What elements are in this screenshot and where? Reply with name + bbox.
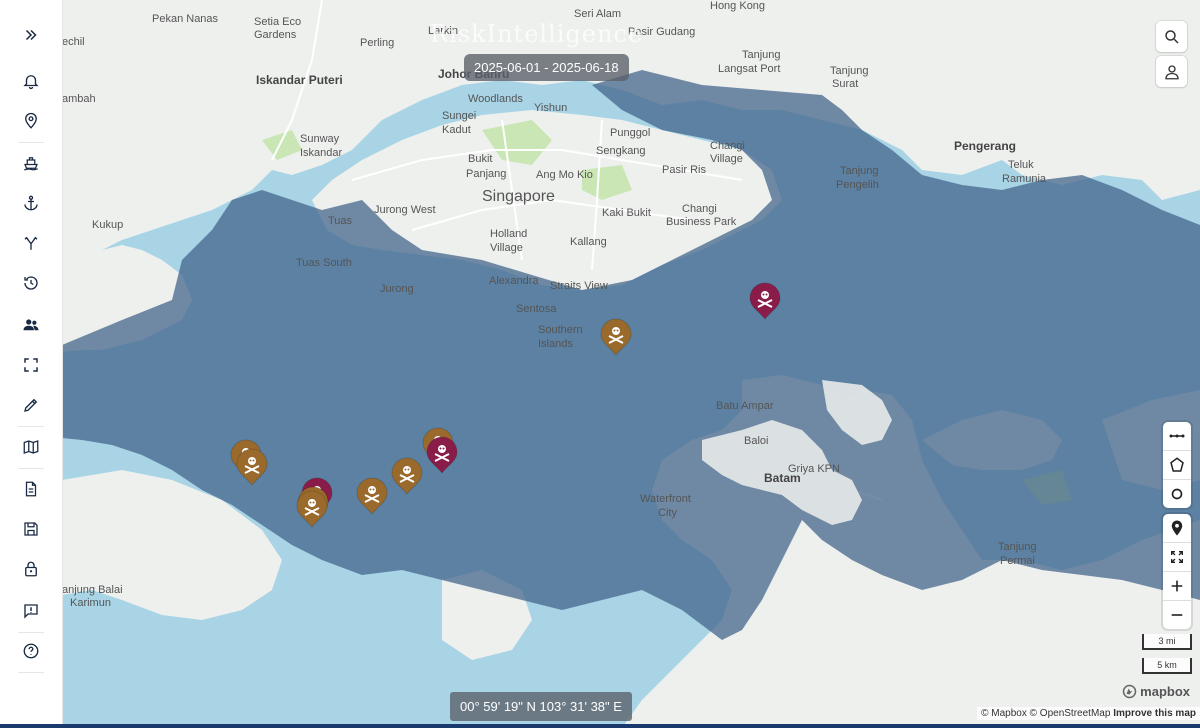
sidebar-item-reports[interactable] [16, 474, 46, 504]
incident-marker[interactable] [391, 457, 423, 495]
users-icon [23, 319, 39, 331]
incident-marker[interactable] [749, 282, 781, 320]
incident-marker[interactable] [356, 477, 388, 515]
navigation-toolbar [1163, 514, 1191, 629]
sidebar-item-help[interactable] [16, 636, 46, 666]
mapbox-logo-text: mapbox [1140, 684, 1190, 699]
sidebar-item-ports[interactable] [16, 188, 46, 218]
locate-button[interactable] [1163, 514, 1191, 543]
cursor-coordinates: 00° 59' 19" N 103° 31' 38" E [450, 692, 632, 721]
user-icon [1164, 64, 1179, 79]
incident-marker[interactable] [426, 436, 458, 474]
circle-button[interactable] [1163, 480, 1191, 508]
sidebar-item-maps[interactable] [16, 432, 46, 462]
map-markers [230, 282, 781, 528]
search-button[interactable] [1156, 21, 1187, 52]
zoom-out-button[interactable] [1163, 601, 1191, 629]
polygon-button[interactable] [1163, 451, 1191, 480]
fit-bounds-button[interactable] [1163, 543, 1191, 572]
attribution-mapbox[interactable]: © Mapbox [981, 708, 1027, 719]
anchor-icon [24, 195, 38, 211]
sidebar-item-history[interactable] [16, 268, 46, 298]
fit-bounds-icon [1171, 551, 1183, 563]
sidebar-item-routes[interactable] [16, 228, 46, 258]
attribution-osm[interactable]: © OpenStreetMap [1030, 708, 1111, 719]
sidebar-item-locations[interactable] [16, 106, 46, 136]
sidebar-item-fullscreen[interactable] [16, 350, 46, 380]
bell-icon [23, 75, 39, 90]
map-pin-icon [25, 112, 37, 129]
polygon-icon [1170, 457, 1184, 472]
incident-marker[interactable] [296, 490, 328, 528]
branch-icon [24, 236, 38, 250]
date-range-badge[interactable]: 2025-06-01 - 2025-06-18 [464, 54, 629, 81]
incident-marker[interactable] [600, 318, 632, 356]
sidebar-item-feedback[interactable] [16, 596, 46, 626]
bottom-accent-bar [0, 724, 1200, 728]
document-icon [25, 481, 37, 497]
zoom-in-icon [1171, 580, 1183, 592]
locate-pin-icon [1171, 520, 1183, 536]
sidebar-item-lock[interactable] [16, 554, 46, 584]
scale-bar-imperial: 3 mi [1142, 634, 1192, 650]
sidebar-item-save[interactable] [16, 514, 46, 544]
help-icon [23, 643, 39, 659]
sidebar [0, 0, 63, 728]
sidebar-expand-button[interactable] [16, 20, 46, 50]
sidebar-item-draw[interactable] [16, 390, 46, 420]
mapbox-logo-icon [1122, 684, 1137, 699]
sidebar-item-users[interactable] [16, 310, 46, 340]
mapbox-logo[interactable]: mapbox [1122, 684, 1190, 699]
attribution-improve-link[interactable]: Improve this map [1113, 708, 1196, 719]
fullscreen-icon [24, 358, 38, 372]
circle-icon [1171, 488, 1183, 500]
measure-line-icon [1169, 434, 1185, 438]
pencil-icon [24, 398, 38, 412]
incident-marker[interactable] [236, 448, 268, 486]
zoom-in-button[interactable] [1163, 572, 1191, 601]
scale-bar-metric: 5 km [1142, 658, 1192, 674]
sidebar-item-vessels[interactable] [16, 148, 46, 178]
search-icon [1164, 29, 1179, 44]
feedback-icon [24, 604, 38, 619]
measure-line-button[interactable] [1163, 422, 1191, 451]
map-icon [23, 440, 39, 454]
save-icon [24, 522, 38, 536]
chevrons-right-icon [25, 29, 37, 41]
map-attribution: © Mapbox © OpenStreetMap Improve this ma… [977, 707, 1200, 720]
sidebar-item-alerts[interactable] [16, 66, 46, 96]
lock-icon [25, 561, 37, 577]
zoom-out-icon [1171, 614, 1183, 616]
brand-watermark: RiskIntelligence [430, 20, 644, 48]
measure-toolbar [1163, 422, 1191, 508]
user-button[interactable] [1156, 56, 1187, 87]
ship-icon [24, 157, 38, 171]
map-canvas[interactable]: Pekan Nanas Setia Eco Gardens Larkin Seri Al… [62, 0, 1200, 728]
history-icon [24, 276, 38, 290]
